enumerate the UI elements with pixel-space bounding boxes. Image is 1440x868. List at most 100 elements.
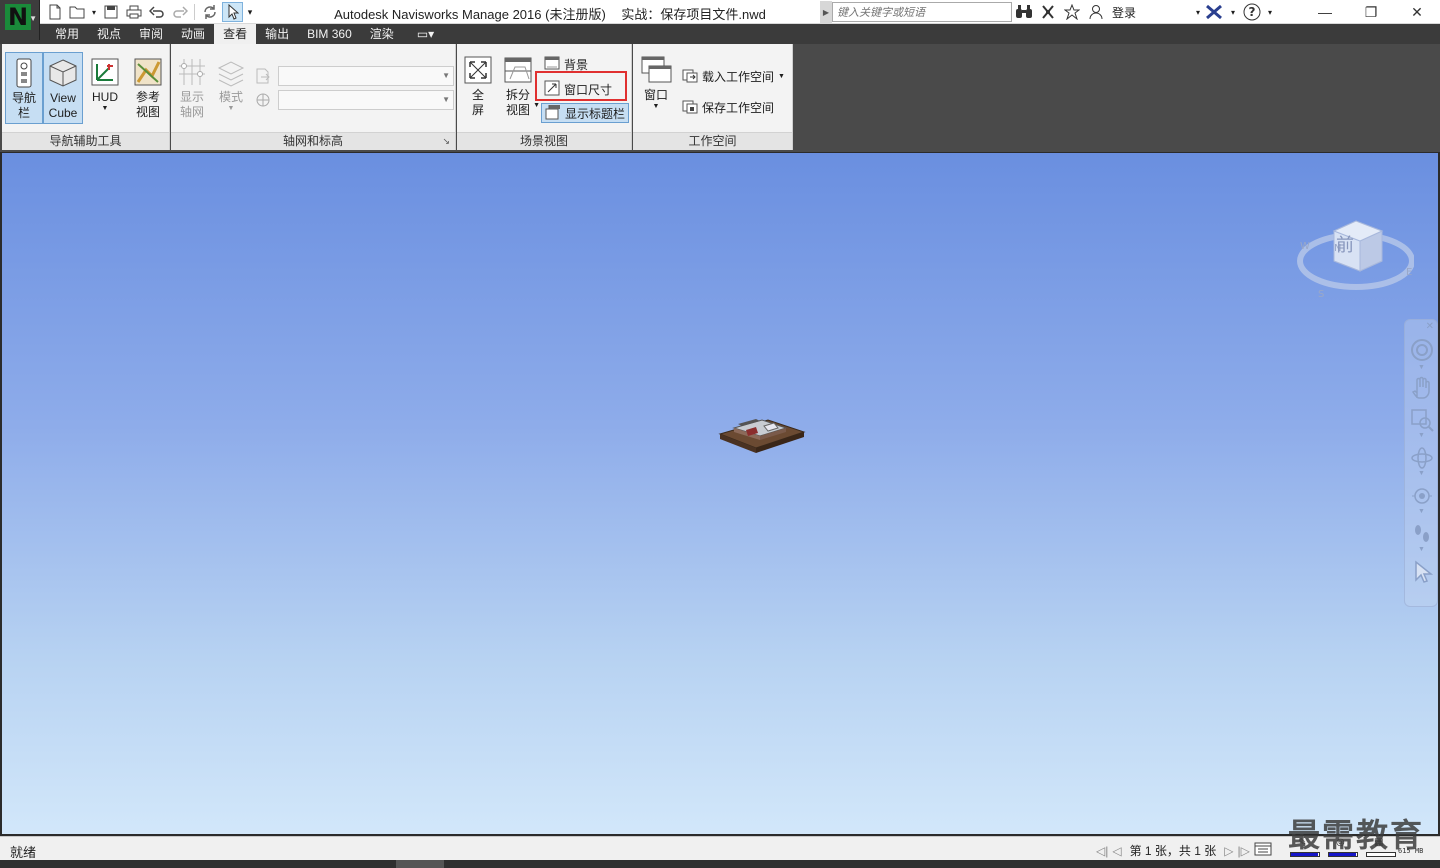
scene-viewport[interactable]: N E S W 前 ✕ ▼ ▼ ▼ ▼ ▼ <box>2 153 1438 834</box>
pan-hand-icon[interactable] <box>1410 376 1434 400</box>
last-page-icon[interactable]: |▷ <box>1238 844 1250 858</box>
show-titlebar-icon <box>545 104 561 123</box>
reference-views-label-2: 视图 <box>135 105 160 119</box>
scroll-thumb[interactable] <box>396 860 444 868</box>
close-icon[interactable]: ✕ <box>1394 0 1440 24</box>
reference-views-button[interactable]: 参考 视图 <box>128 52 168 124</box>
windows-label: 窗口 <box>643 88 668 102</box>
orbit-icon[interactable] <box>1410 446 1434 470</box>
viewcube-button[interactable]: View Cube <box>43 52 83 124</box>
help-dropdown-icon[interactable]: ▾ <box>1266 2 1274 22</box>
navbar-caret-icon[interactable]: ▼ <box>1418 432 1425 439</box>
minimize-icon[interactable]: — <box>1302 0 1348 24</box>
grid-icon <box>176 56 208 88</box>
walk-footprints-icon[interactable] <box>1410 522 1434 546</box>
show-titlebar-button[interactable]: 显示标题栏 <box>541 103 629 123</box>
tab-review[interactable]: 审阅 <box>130 24 172 44</box>
navbar-caret-icon[interactable]: ▼ <box>1418 546 1425 553</box>
signin-dropdown-icon[interactable]: ▾ <box>1140 2 1200 22</box>
tab-view[interactable]: 查看 <box>214 24 257 44</box>
hud-dropdown-icon: ▼ <box>101 105 109 112</box>
tab-bim360[interactable]: BIM 360 <box>298 24 361 44</box>
status-bar: 就绪 ◁| ◁ 第 1 张，共 1 张 ▷ |▷ ✎ ◎ ▦ 615 MB <box>0 836 1440 860</box>
split-view-label-2: 视图 <box>505 103 530 117</box>
zoom-window-icon[interactable] <box>1410 408 1434 432</box>
navigation-bar: ✕ ▼ ▼ ▼ ▼ ▼ <box>1404 319 1438 607</box>
panel-navigation-aids: 导航 栏 View Cube HUD ▼ 参考 视图 导航辅助工具 <box>2 44 170 150</box>
building-model[interactable] <box>716 408 806 461</box>
first-page-icon[interactable]: ◁| <box>1096 844 1108 858</box>
next-page-icon[interactable]: ▷ <box>1224 844 1233 858</box>
help-icon[interactable]: ? <box>1242 2 1262 22</box>
show-grid-button[interactable]: 显示 轴网 <box>175 52 209 124</box>
search-input[interactable] <box>832 2 1012 22</box>
app-menu-caret-icon: ▼ <box>29 14 37 23</box>
full-screen-label-1: 全 <box>471 88 484 102</box>
panel-title-navigation-aids: 导航辅助工具 <box>2 132 169 150</box>
ribbon: 导航 栏 View Cube HUD ▼ 参考 视图 导航辅助工具 显示 轴网 … <box>0 44 1440 152</box>
grid-mode-button[interactable]: 模式 ▼ <box>213 52 249 124</box>
dropdown-arrow-icon[interactable]: ▾ <box>1228 2 1238 22</box>
windows-button[interactable]: 窗口 ▼ <box>637 52 675 124</box>
exchange-apps-icon[interactable] <box>1204 2 1224 22</box>
steering-wheel-icon[interactable] <box>1410 338 1434 362</box>
document-title: 实战：保存项目文件.nwd <box>621 7 766 22</box>
grid-mode-label: 模式 <box>218 90 243 104</box>
expand-search-icon[interactable]: ▶ <box>820 1 832 23</box>
viewcube-widget[interactable]: N E S W 前 <box>1296 197 1415 301</box>
restore-icon[interactable]: ❐ <box>1348 0 1394 24</box>
hud-button[interactable]: HUD ▼ <box>86 52 124 124</box>
navbar-caret-icon[interactable]: ▼ <box>1418 470 1425 477</box>
sheet-browser-icon[interactable] <box>1254 841 1272 860</box>
save-workspace-button[interactable]: 保存工作空间 <box>679 97 777 117</box>
application-menu-button[interactable]: N ▼ <box>0 0 40 40</box>
panel-title-scene-view: 场景视图 <box>457 132 631 150</box>
svg-text:E: E <box>1406 267 1412 278</box>
select-arrow-icon[interactable] <box>1410 560 1434 584</box>
favorites-star-icon[interactable] <box>1062 2 1082 22</box>
show-grid-label-1: 显示 <box>179 90 204 104</box>
level-export-icon[interactable] <box>255 68 273 86</box>
load-workspace-button[interactable]: 载入工作空间 ▼ <box>679 66 788 86</box>
navigation-bar-button[interactable]: 导航 栏 <box>5 52 43 124</box>
bottom-level-dropdown[interactable] <box>278 90 454 110</box>
viewcube-front-face[interactable]: 前 <box>1336 231 1354 257</box>
navigation-bar-label-2: 栏 <box>17 106 30 120</box>
navbar-caret-icon[interactable]: ▼ <box>1418 364 1425 371</box>
panel-launcher-icon[interactable]: ↘ <box>442 133 450 150</box>
split-view-button[interactable]: 拆分 视图 ▼ <box>499 52 540 132</box>
previous-page-icon[interactable]: ◁ <box>1112 844 1121 858</box>
title-bar: ▾ ▾ Autodesk Navisworks Manage 2016 (未注册… <box>0 0 1440 24</box>
tab-home[interactable]: 常用 <box>46 24 88 44</box>
save-workspace-icon <box>682 98 698 117</box>
navbar-close-icon[interactable]: ✕ <box>1426 321 1434 332</box>
panel-title-grids-levels: 轴网和标高 ↘ <box>171 132 455 150</box>
tab-viewpoint[interactable]: 视点 <box>88 24 130 44</box>
load-workspace-label: 载入工作空间 <box>702 69 775 84</box>
info-center-icons: 登录 ▾ ▾ ? ▾ <box>1014 2 1274 22</box>
subscription-icon[interactable] <box>1038 2 1058 22</box>
panel-workspace: 窗口 ▼ 载入工作空间 ▼ 保存工作空间 工作空间 <box>633 44 793 150</box>
user-icon[interactable] <box>1086 2 1106 22</box>
navigation-bar-label-1: 导航 <box>11 91 36 105</box>
ribbon-minimize-icon[interactable]: ▭▾ <box>403 24 448 44</box>
tab-animation[interactable]: 动画 <box>172 24 214 44</box>
binoculars-search-icon[interactable] <box>1014 2 1034 22</box>
svg-text:S: S <box>1318 289 1324 300</box>
navbar-caret-icon[interactable]: ▼ <box>1418 508 1425 515</box>
full-screen-button[interactable]: 全 屏 <box>461 52 495 132</box>
viewcube-toggle-icon <box>47 57 79 89</box>
windows-dropdown-icon: ▼ <box>652 103 660 110</box>
tab-render[interactable]: 渲染 <box>361 24 403 44</box>
top-level-dropdown[interactable] <box>278 66 454 86</box>
grid-mode-icon <box>215 56 247 88</box>
tab-output[interactable]: 输出 <box>256 24 298 44</box>
panel-title-workspace: 工作空间 <box>633 132 792 150</box>
grid-color-icon[interactable] <box>255 92 273 110</box>
look-around-icon[interactable] <box>1410 484 1434 508</box>
svg-text:?: ? <box>1249 5 1256 19</box>
panel-grids-levels: 显示 轴网 模式 ▼ 轴网和标高 ↘ <box>171 44 456 150</box>
signin-link[interactable]: 登录 <box>1112 4 1136 21</box>
hud-icon <box>89 56 121 88</box>
page-indicator: 第 1 张，共 1 张 <box>1129 844 1217 858</box>
